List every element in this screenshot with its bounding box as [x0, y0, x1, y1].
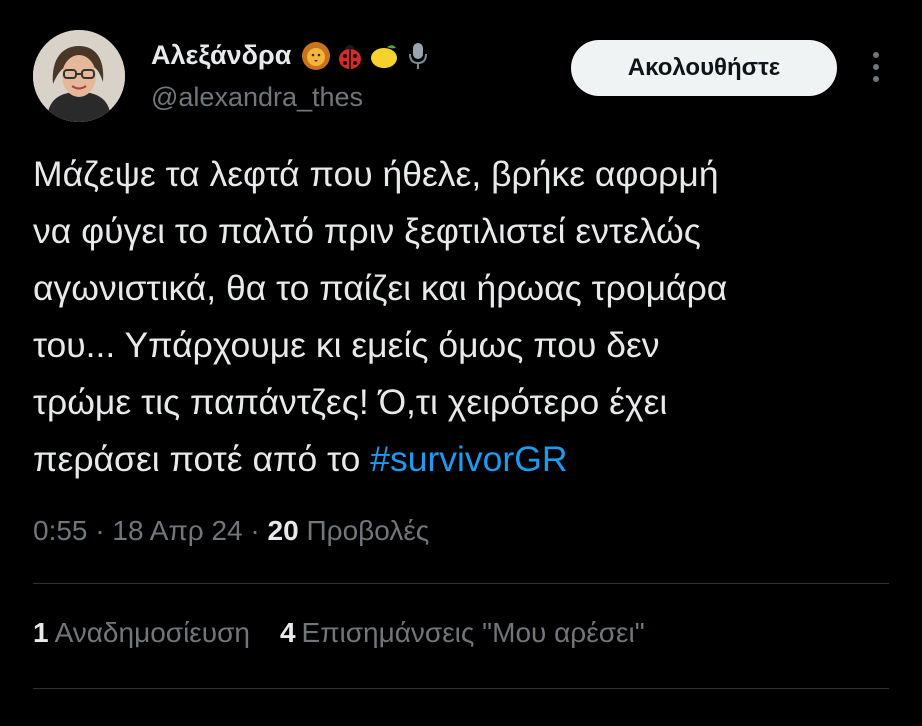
ladybug-icon [339, 44, 362, 69]
views-label: Προβολές [298, 515, 430, 546]
meta-separator: · [242, 515, 268, 546]
meta-separator: · [87, 515, 113, 546]
name-emojis [301, 41, 433, 71]
likes-count: 4 [279, 617, 296, 648]
microphone-icon [409, 42, 428, 69]
display-name-text: Αλεξάνδρα [151, 40, 292, 70]
hashtag-link[interactable]: #survivorGR [370, 439, 567, 479]
tweet-text: Μάζεψε τα λεφτά που ήθελε, βρήκε αφορμή … [33, 146, 893, 488]
display-name[interactable]: Αλεξάνδρα [151, 40, 433, 71]
tweet-line-text: περάσει ποτέ από το [33, 439, 371, 479]
likes-label: Επισημάνσεις "Μου αρέσει" [301, 617, 645, 648]
user-handle[interactable]: @alexandra_thes [151, 82, 363, 113]
divider [33, 688, 889, 689]
tweet-line: να φύγει το παλτό πριν ξεφτιλιστεί εντελ… [33, 211, 701, 251]
lion-icon [302, 41, 331, 70]
reposts-count: 1 [33, 617, 49, 648]
tweet-line: τρώμε τις παπάντζες! Ό,τι χειρότερο έχει [33, 382, 668, 422]
tweet-line-last: περάσει ποτέ από το #survivorGR [33, 431, 893, 488]
tweet-meta: 0:55 · 18 Απρ 24 · 20 Προβολές [33, 515, 429, 547]
tweet-line: Μάζεψε τα λεφτά που ήθελε, βρήκε αφορμή [33, 154, 719, 194]
tweet-date[interactable]: 18 Απρ 24 [112, 515, 242, 546]
tweet-time[interactable]: 0:55 [33, 515, 88, 546]
views-count: 20 [267, 515, 299, 546]
more-options-icon[interactable] [866, 52, 886, 84]
tweet-line: αγωνιστικά, θα το παίζει και ήρωας τρομά… [33, 268, 728, 308]
avatar[interactable] [33, 30, 125, 122]
engagement-stats: 1 Αναδημοσίευση 4 Επισημάνσεις "Μου αρέσει… [33, 617, 645, 649]
follow-button[interactable]: Ακολουθήστε [571, 40, 837, 96]
reposts-stat[interactable]: 1 Αναδημοσίευση [33, 617, 250, 649]
tweet-line: του... Υπάρχουμε κι εμείς όμως που δεν [33, 325, 660, 365]
divider [33, 583, 889, 584]
reposts-label: Αναδημοσίευση [54, 617, 250, 648]
likes-stat[interactable]: 4 Επισημάνσεις "Μου αρέσει" [280, 617, 645, 649]
lemon-icon [371, 44, 398, 68]
tweet-header: Αλεξάνδρα @alexandra_thes Ακολουθήστε [0, 0, 922, 130]
